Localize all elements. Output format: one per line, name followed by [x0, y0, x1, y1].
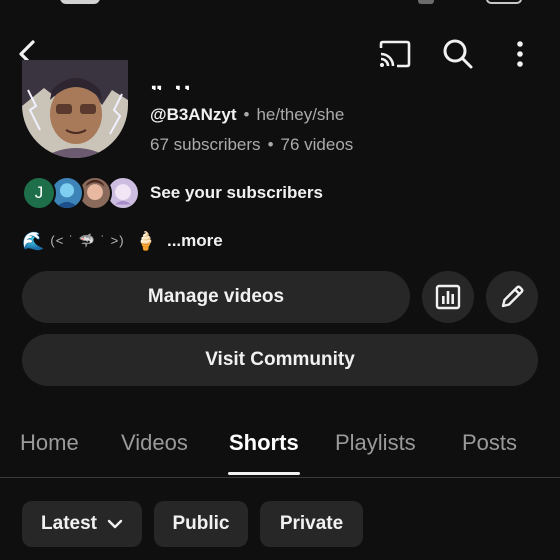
channel-tabs: Home Videos Shorts Playlists Posts: [0, 420, 560, 478]
see-subscribers-link[interactable]: See your subscribers: [150, 183, 323, 203]
manage-videos-button[interactable]: Manage videos: [22, 271, 410, 323]
channel-pronouns: he/they/she: [256, 105, 345, 124]
subscriber-avatars: J: [22, 176, 140, 210]
pencil-icon: [501, 285, 524, 308]
tab-shorts[interactable]: Shorts: [229, 430, 299, 456]
see-subscribers-row[interactable]: J See your subscribers: [22, 175, 323, 211]
tab-playlists[interactable]: Playlists: [335, 430, 416, 456]
subscriber-count: 67 subscribers: [150, 135, 261, 154]
channel-handle: @B3ANzyt: [150, 105, 237, 124]
tab-posts[interactable]: Posts: [462, 430, 517, 456]
bio-kaomoji: (˂ ˙ 🦈 ˙ ˃): [50, 233, 125, 248]
wave-emoji: 🌊: [22, 230, 45, 251]
chevron-down-icon: [107, 519, 123, 529]
channel-handle-line: @B3ANzyt • he/they/she: [150, 105, 344, 125]
separator-dot: •: [243, 105, 250, 124]
subscriber-initial: J: [34, 183, 44, 202]
icecream-emoji: 🍦: [134, 230, 157, 251]
analytics-icon: [435, 284, 461, 310]
more-vertical-icon: [517, 41, 523, 67]
cast-icon: [379, 40, 411, 68]
channel-stats: 67 subscribers • 76 videos: [150, 135, 353, 155]
filter-private-label: Private: [279, 513, 344, 534]
tab-videos[interactable]: Videos: [121, 430, 188, 456]
description-more-link[interactable]: ...more: [167, 231, 223, 251]
sort-label: Latest: [41, 513, 97, 534]
visit-community-label: Visit Community: [205, 349, 355, 370]
manage-videos-label: Manage videos: [147, 286, 285, 307]
avatar-image: [22, 60, 128, 158]
cast-button[interactable]: [372, 34, 416, 74]
more-options-button[interactable]: [500, 34, 540, 74]
edit-channel-button[interactable]: [486, 271, 538, 323]
status-bar-battery-icon: [486, 0, 522, 4]
search-button[interactable]: [436, 34, 480, 74]
filter-private-chip[interactable]: Private: [260, 501, 363, 547]
separator-dot: •: [267, 135, 274, 154]
filter-public-label: Public: [172, 513, 230, 534]
channel-avatar[interactable]: [22, 60, 128, 158]
filter-public-chip[interactable]: Public: [154, 501, 248, 547]
channel-screen: „ ‚‚ @B3ANzyt • he/they/she 67 subscribe…: [0, 0, 560, 560]
channel-name: „ ‚‚: [150, 70, 193, 90]
video-count: 76 videos: [280, 135, 354, 154]
search-icon: [443, 39, 473, 69]
status-bar-clock: [60, 0, 100, 4]
subscriber-avatar: J: [22, 176, 56, 210]
analytics-button[interactable]: [422, 271, 474, 323]
tab-home[interactable]: Home: [20, 430, 79, 456]
active-tab-indicator: [228, 472, 300, 475]
channel-description[interactable]: 🌊 (˂ ˙ 🦈 ˙ ˃) 🍦 ...more: [22, 228, 223, 254]
status-bar-signal: [418, 0, 434, 4]
sort-dropdown[interactable]: Latest: [22, 501, 142, 547]
visit-community-button[interactable]: Visit Community: [22, 334, 538, 386]
